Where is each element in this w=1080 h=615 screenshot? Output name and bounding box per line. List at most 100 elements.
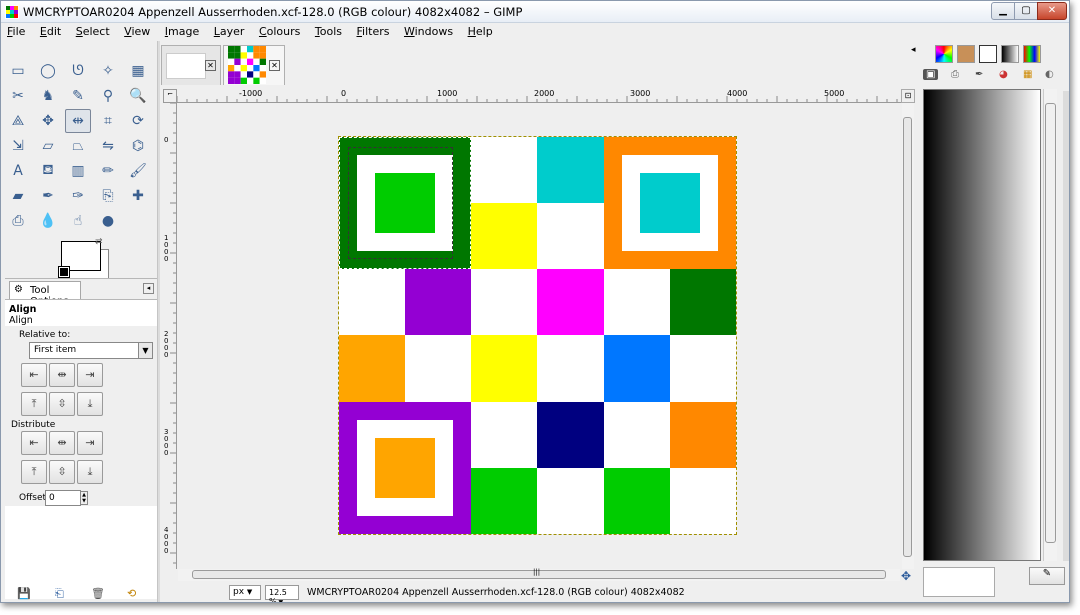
vertical-ruler[interactable]: 0 1000 2000 3000 4000 [163, 103, 177, 569]
image-tab-2[interactable]: ✕ [223, 45, 285, 85]
distribute-left-button[interactable]: ⇤ [21, 431, 47, 455]
scissors-icon[interactable]: ✂ [5, 84, 31, 108]
brushes-tab-icon[interactable] [935, 45, 953, 63]
gradients-tab-icon[interactable] [1001, 45, 1019, 63]
vertical-scrollbar[interactable] [902, 103, 914, 569]
undo-history-tab-icon[interactable]: ◐ [1045, 69, 1054, 80]
gradient-preview[interactable] [923, 89, 1041, 561]
align-bottom-edge-button[interactable]: ⤓ [77, 392, 103, 416]
menu-image[interactable]: Image [159, 23, 204, 38]
swap-colors-icon[interactable]: ⇄ [95, 237, 103, 247]
unit-select[interactable]: px ▼ [229, 585, 261, 600]
zoom-to-fit-icon[interactable]: ⊡ [901, 89, 915, 103]
offset-input[interactable]: 0 ▲ ▼ [45, 490, 88, 506]
edit-gradient-button[interactable]: ✎ [1029, 567, 1065, 585]
menu-help[interactable]: Help [462, 23, 498, 38]
navigate-icon[interactable]: ✥ [901, 569, 911, 583]
text-icon[interactable]: A [5, 159, 31, 183]
panel-separator[interactable] [157, 41, 160, 602]
zoom-icon[interactable]: 🔍 [125, 84, 151, 108]
distribute-right-button[interactable]: ⇥ [77, 431, 103, 455]
close-button[interactable]: ✕ [1037, 2, 1067, 20]
dock-menu-icon[interactable]: ◂ [911, 45, 929, 63]
paths-icon[interactable]: ✎ [65, 84, 91, 108]
align-left-edge-button[interactable]: ⇤ [21, 363, 47, 387]
perspective-clone-icon[interactable]: ⎙ [5, 209, 31, 233]
menu-edit[interactable]: Edit [34, 23, 66, 38]
shear-icon[interactable]: ▱ [35, 134, 61, 158]
move-icon[interactable]: ✥ [35, 109, 61, 133]
free-select-icon[interactable]: ᘎ [65, 59, 91, 83]
align-top-edge-button[interactable]: ⤒ [21, 392, 47, 416]
distribute-center-button[interactable]: ⇹ [49, 431, 75, 455]
palettes-tab-icon[interactable] [1023, 45, 1041, 63]
save-options-icon[interactable]: 💾 [17, 587, 31, 600]
maximize-button[interactable]: ▢ [1014, 2, 1038, 20]
channels-tab-icon[interactable]: ⎙ [951, 69, 959, 80]
cage-icon[interactable]: ⌬ [125, 134, 151, 158]
default-colors-icon[interactable] [58, 266, 70, 278]
ellipse-select-icon[interactable]: ◯ [35, 59, 61, 83]
close-tab-icon[interactable]: ✕ [205, 60, 216, 71]
restore-options-icon[interactable]: ⎗ [55, 587, 64, 601]
menu-windows[interactable]: Windows [398, 23, 458, 38]
zoom-select[interactable]: 12.5 % ▼ [265, 585, 299, 602]
horizontal-scrollbar[interactable]: ||| [178, 568, 900, 581]
ink-icon[interactable]: ✑ [65, 184, 91, 208]
align-icon[interactable]: ⇹ [65, 109, 91, 133]
pencil-icon[interactable]: ✏ [95, 159, 121, 183]
menu-colours[interactable]: Colours [253, 23, 305, 38]
smudge-icon[interactable]: ☝ [65, 209, 91, 233]
flip-icon[interactable]: ⇋ [95, 134, 121, 158]
delete-options-icon[interactable]: 🗑 [91, 587, 105, 600]
reset-options-icon[interactable]: ⟲ [127, 587, 136, 600]
distribute-bottom-button[interactable]: ⤓ [77, 460, 103, 484]
close-tab-icon[interactable]: ✕ [269, 60, 280, 71]
menu-file[interactable]: File [1, 23, 30, 38]
perspective-icon[interactable]: ⏢ [65, 134, 91, 158]
airbrush-icon[interactable]: ✒ [35, 184, 61, 208]
clone-icon[interactable]: ⎘ [95, 184, 121, 208]
minimize-button[interactable]: ▁ [991, 2, 1015, 20]
menu-view[interactable]: View [118, 23, 155, 38]
image-tab-1[interactable]: ✕ [161, 45, 221, 85]
align-right-edge-button[interactable]: ⇥ [77, 363, 103, 387]
paths-tab-icon[interactable]: ✒ [975, 69, 983, 80]
fonts-tab-icon[interactable] [979, 45, 997, 63]
distribute-top-button[interactable]: ⤒ [21, 460, 47, 484]
dock-preview-area[interactable] [923, 567, 995, 597]
color-select-icon[interactable]: ▦ [125, 59, 151, 83]
align-center-horizontal-button[interactable]: ⇹ [49, 363, 75, 387]
vertical-scroll-thumb[interactable] [903, 117, 912, 557]
spin-arrows-icon[interactable]: ▲ ▼ [80, 491, 88, 505]
fuzzy-select-icon[interactable]: ✧ [95, 59, 121, 83]
measure-icon[interactable]: ⟁ [5, 109, 31, 133]
histogram-tab-icon[interactable]: ▦ [1023, 69, 1032, 80]
blur-icon[interactable]: 💧 [35, 209, 61, 233]
scale-icon[interactable]: ⇲ [5, 134, 31, 158]
menu-tools[interactable]: Tools [309, 23, 347, 38]
tool-options-tab[interactable]: ⚙ Tool Options [9, 281, 81, 307]
menu-layer[interactable]: Layer [208, 23, 250, 38]
blend-icon[interactable]: ▥ [65, 159, 91, 183]
eraser-icon[interactable]: ▰ [5, 184, 31, 208]
dock-scroll-thumb[interactable] [1045, 103, 1056, 543]
colormap-tab-icon[interactable]: ◕ [999, 69, 1008, 80]
ruler-corner[interactable]: ⌐ [163, 89, 177, 103]
horizontal-ruler[interactable]: -1000 0 1000 2000 3000 4000 5000 [177, 89, 901, 103]
bucket-fill-icon[interactable]: ⛾ [35, 159, 61, 183]
heal-icon[interactable]: ✚ [125, 184, 151, 208]
paintbrush-icon[interactable]: 🖌 [125, 159, 151, 183]
color-picker-icon[interactable]: ⚲ [95, 84, 121, 108]
rect-select-icon[interactable]: ▭ [5, 59, 31, 83]
distribute-middle-button[interactable]: ⇳ [49, 460, 75, 484]
menu-select[interactable]: Select [70, 23, 115, 38]
dodge-burn-icon[interactable]: ● [95, 209, 121, 233]
layers-tab-icon[interactable]: ▣ [923, 69, 939, 80]
align-middle-vertical-button[interactable]: ⇳ [49, 392, 75, 416]
rotate-icon[interactable]: ⟳ [125, 109, 151, 133]
dock-scrollbar[interactable] [1043, 89, 1057, 561]
foreground-select-icon[interactable]: ♞ [35, 84, 61, 108]
relative-to-select[interactable]: First item ▼ [29, 342, 153, 359]
menu-filters[interactable]: Filters [351, 23, 395, 38]
